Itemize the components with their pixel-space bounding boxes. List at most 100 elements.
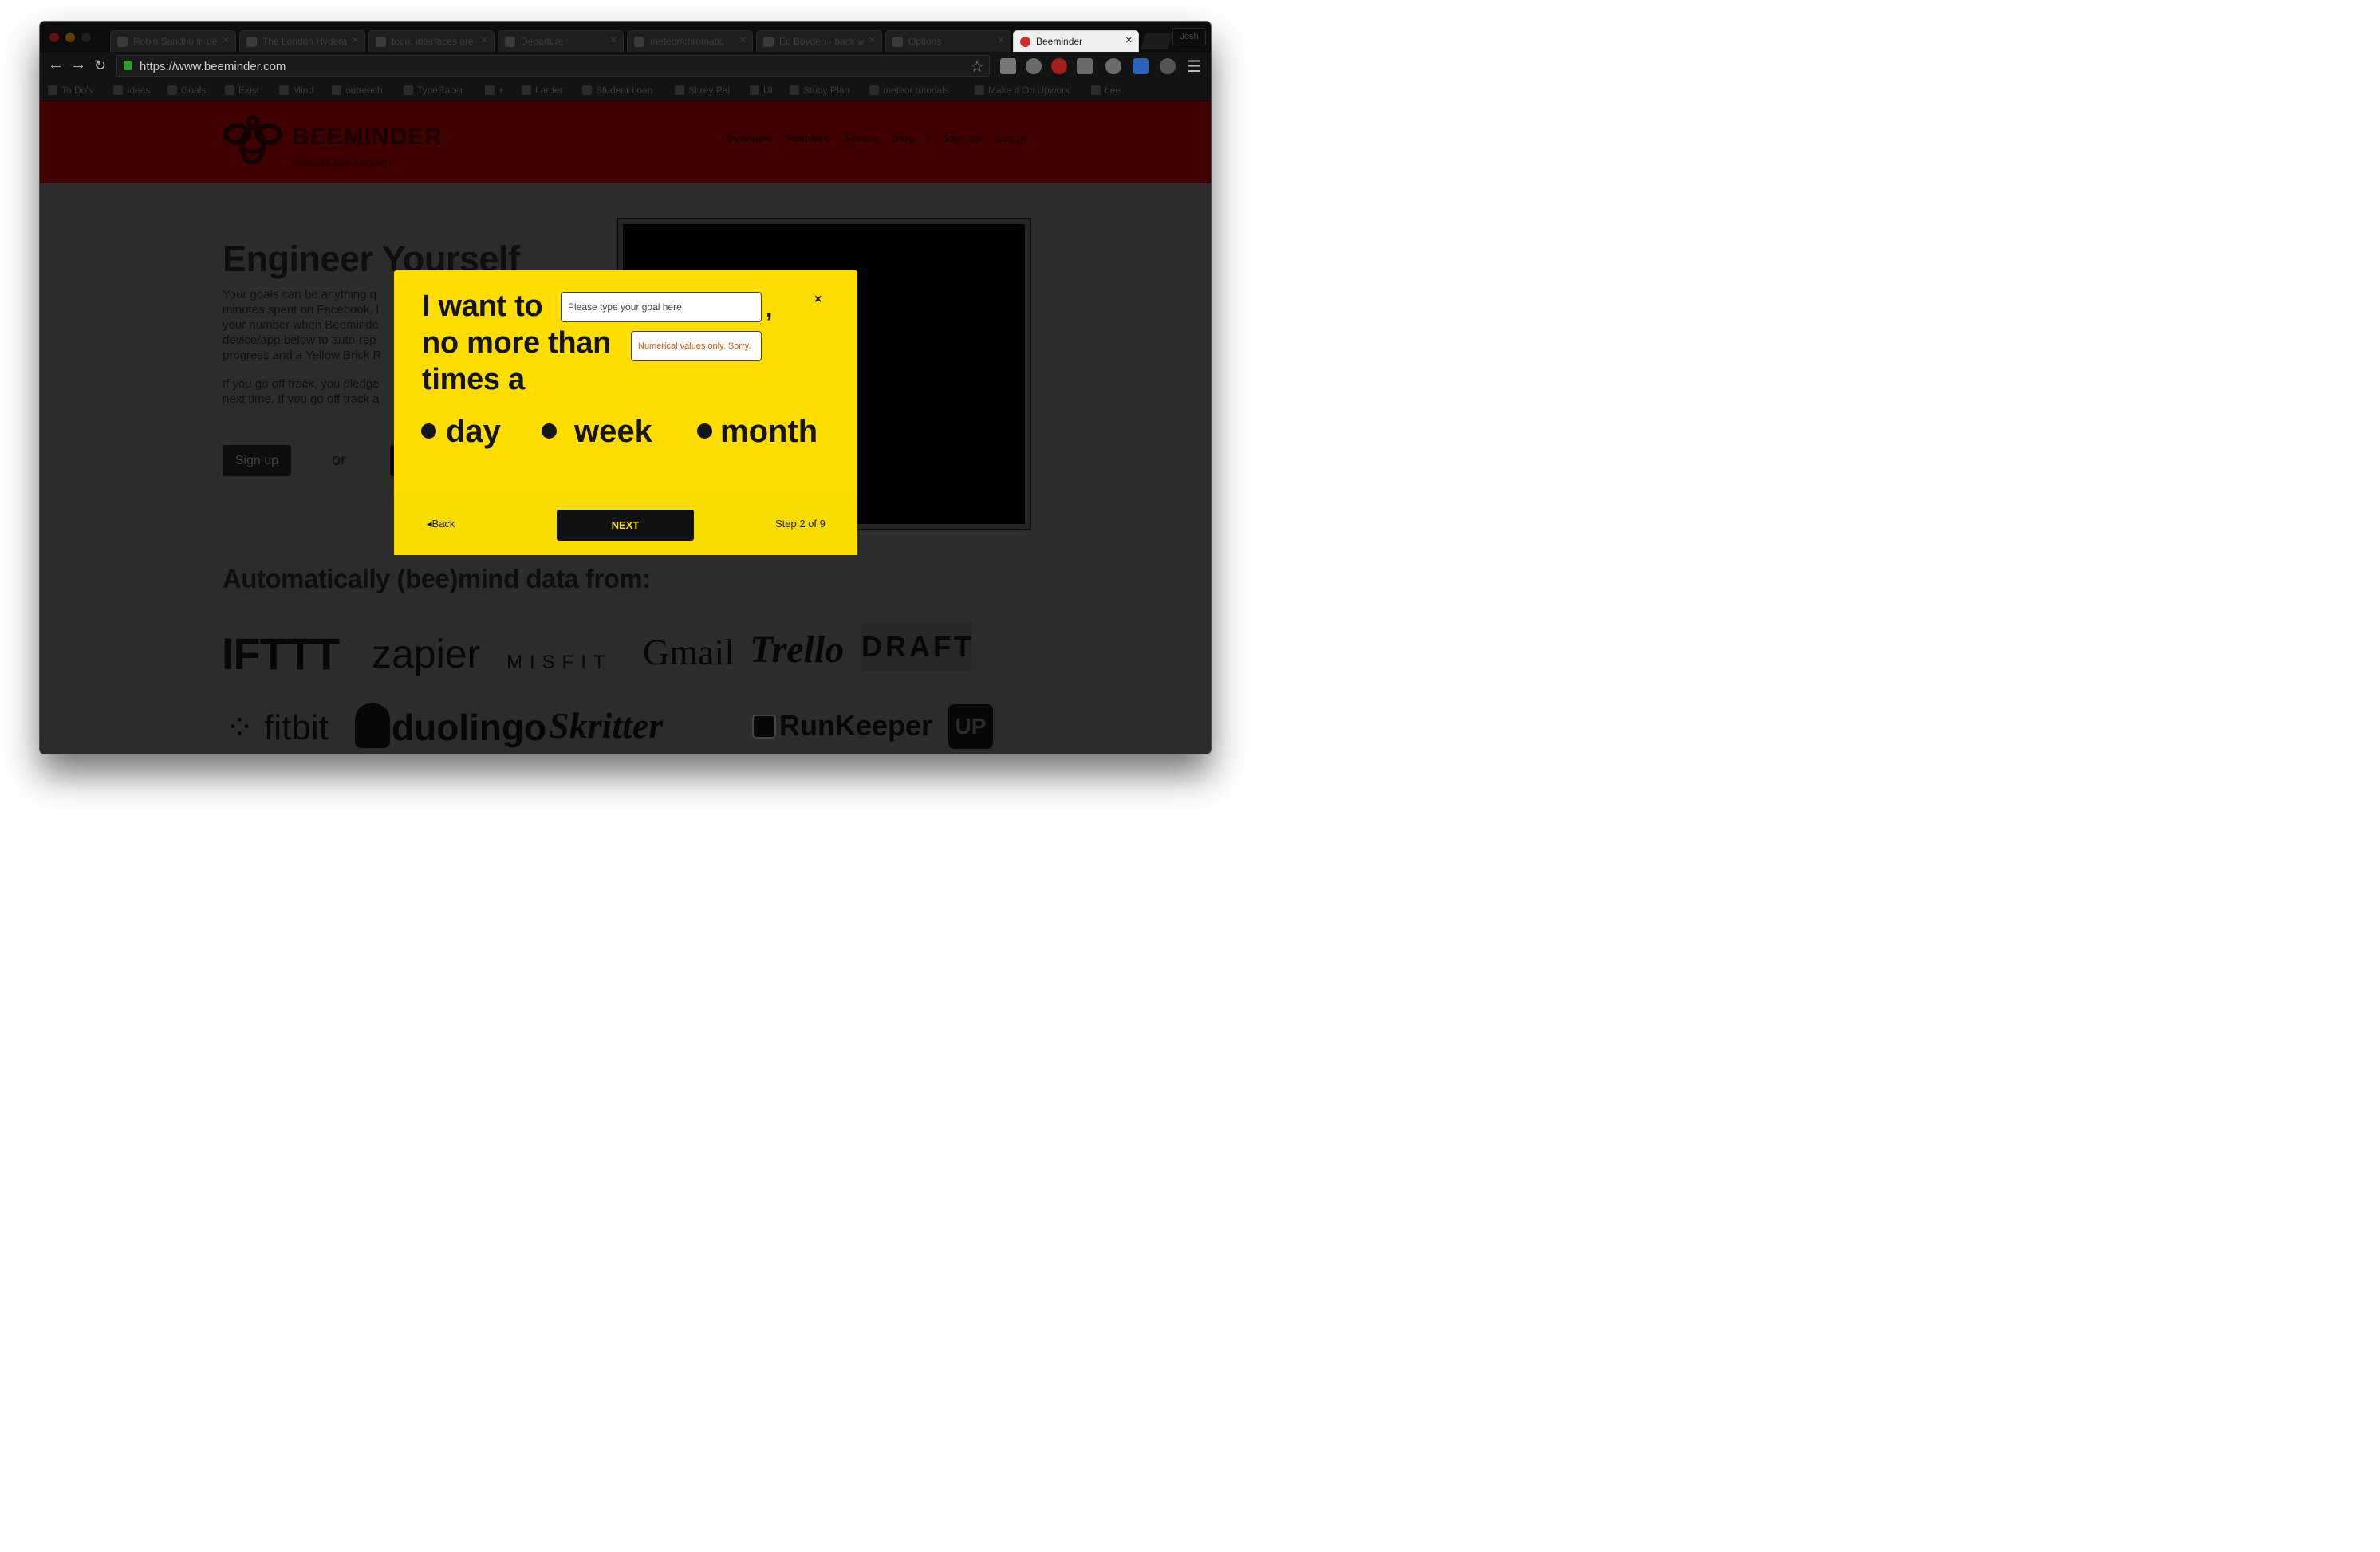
trello-logo[interactable]: Trello (750, 628, 844, 672)
nav-overview[interactable]: Overview (726, 132, 772, 144)
tab-close-icon[interactable]: ✕ (1125, 35, 1133, 45)
tab-close-icon[interactable]: ✕ (998, 35, 1005, 45)
nav-log-in[interactable]: Log in (995, 132, 1026, 144)
runkeeper-logo[interactable]: RunKeeper (752, 709, 932, 743)
reload-icon[interactable]: ↻ (94, 57, 106, 74)
back-arrow-icon[interactable]: ← (48, 56, 64, 74)
bookmark-item[interactable]: To Do's (48, 85, 93, 96)
ifttt-logo[interactable]: IFTTT (222, 628, 340, 679)
zoom-window-button[interactable] (81, 33, 91, 42)
site-brand[interactable]: BEEMINDER (292, 124, 443, 151)
folder-icon (1091, 85, 1101, 95)
bookmark-item[interactable]: Larder (522, 85, 563, 96)
radio-dot-icon[interactable] (697, 423, 712, 439)
period-option-month[interactable]: month (697, 414, 818, 450)
tab-beeminder[interactable]: Beeminder ✕ (1013, 30, 1139, 52)
tab-5[interactable]: meteor/chromatic ✕ (627, 30, 753, 52)
bookmark-star-icon[interactable]: ☆ (970, 57, 984, 77)
bookmark-item[interactable]: Study Plan (790, 85, 849, 96)
tab-6[interactable]: Ed Boyden - back w ✕ (756, 30, 882, 52)
step-indicator: Step 2 of 9 (775, 518, 826, 530)
signup-button[interactable]: Sign up (223, 445, 291, 476)
bookmark-folder[interactable]: outreach (332, 85, 383, 96)
bookmark-icon (167, 85, 177, 95)
fitbit-logo[interactable]: ⁘ fitbit (225, 707, 329, 748)
zapier-logo[interactable]: zapier (372, 631, 480, 677)
bookmark-item[interactable]: Ideas (113, 85, 150, 96)
forward-arrow-icon[interactable]: → (70, 56, 86, 74)
tab-2[interactable]: The London Hydera ✕ (239, 30, 365, 52)
tab-7[interactable]: Options ✕ (885, 30, 1011, 52)
goal-input[interactable] (561, 292, 762, 322)
goal-prompt-line-3: times a (422, 363, 525, 396)
tab-4[interactable]: Departure ✕ (498, 30, 624, 52)
window-controls (49, 33, 91, 42)
bookmark-item[interactable]: Mind (279, 85, 313, 96)
bookmark-icon (675, 85, 684, 95)
skritter-logo[interactable]: Skritter (549, 704, 663, 746)
menu-icon[interactable]: ☰ (1187, 57, 1201, 77)
draft-logo[interactable]: DRAFT (861, 623, 971, 671)
bookmark-icon (225, 85, 234, 95)
tab-close-icon[interactable]: ✕ (481, 35, 488, 45)
beeminder-favicon-icon (1020, 37, 1030, 47)
beeminder-logo-icon[interactable] (222, 111, 284, 173)
bookmark-item[interactable]: UI (750, 85, 773, 96)
nav-sign-up[interactable]: Sign up (944, 132, 982, 144)
next-button[interactable]: NEXT (557, 510, 694, 541)
tab-close-icon[interactable]: ✕ (223, 35, 230, 45)
nav-featured[interactable]: Featured (786, 132, 830, 144)
address-bar[interactable]: https://www.beeminder.com ☆ (116, 55, 990, 77)
bookmark-item[interactable]: Student Loan (582, 85, 652, 96)
back-button[interactable]: ◂Back (427, 518, 455, 530)
mail-extension-icon[interactable] (1000, 58, 1016, 74)
close-icon[interactable]: × (814, 293, 822, 307)
extension-icon[interactable] (1026, 58, 1042, 74)
jawbone-up-logo[interactable]: UP (948, 704, 993, 749)
close-window-button[interactable] (49, 33, 59, 42)
minimize-window-button[interactable] (65, 33, 75, 42)
gmail-logo[interactable]: Gmail (643, 631, 735, 673)
camera-extension-icon[interactable] (1133, 58, 1149, 74)
new-tab-button[interactable] (1141, 33, 1172, 49)
misfit-logo[interactable]: MISFIT (506, 652, 613, 674)
extension-icon[interactable] (1051, 58, 1067, 74)
bookmark-icon (48, 85, 57, 95)
number-input[interactable] (631, 331, 762, 361)
ux-extension-icon[interactable] (1077, 58, 1093, 74)
bookmark-item[interactable]: TypeRacer (404, 85, 463, 96)
bookmark-item[interactable]: Shrey Pal (675, 85, 730, 96)
comma-text: , (766, 296, 773, 322)
bookmark-folder[interactable]: bee (1091, 85, 1121, 96)
or-text: or (332, 451, 346, 469)
site-header: BEEMINDER Enforced goal tracking Overvie… (40, 101, 1211, 183)
extension-icon[interactable] (1160, 58, 1176, 74)
tab-close-icon[interactable]: ✕ (610, 35, 617, 45)
integrations-heading: Automatically (bee)mind data from: (223, 564, 651, 593)
radio-dot-icon[interactable] (542, 423, 557, 439)
nav-blog[interactable]: Blog (892, 132, 915, 144)
nav-divider: | (927, 132, 930, 144)
tab-3[interactable]: todo: interfaces are ✕ (368, 30, 495, 52)
tab-close-icon[interactable]: ✕ (869, 35, 876, 45)
bookmark-icon (790, 85, 799, 95)
profile-button[interactable]: Josh (1172, 28, 1206, 45)
bookmark-icon (975, 85, 984, 95)
duolingo-logo[interactable]: duolingo (355, 703, 546, 749)
bookmark-item[interactable]: Goals (167, 85, 206, 96)
bookmark-folder[interactable]: meteor tutorials (869, 85, 949, 96)
radio-dot-icon[interactable] (421, 423, 436, 439)
period-option-day[interactable]: day (421, 414, 501, 450)
tab-close-icon[interactable]: ✕ (352, 35, 359, 45)
bookmark-item[interactable]: + (485, 85, 504, 96)
tab-close-icon[interactable]: ✕ (739, 35, 747, 45)
nav-forum[interactable]: Forum (845, 132, 877, 144)
goal-prompt-line-1: I want to (422, 290, 543, 323)
bookmark-item[interactable]: Make it On Upwork (975, 85, 1070, 96)
period-option-week[interactable]: week (542, 414, 652, 450)
folder-icon (332, 85, 341, 95)
extension-icon[interactable] (1105, 58, 1121, 74)
folder-icon (869, 85, 879, 95)
tab-1[interactable]: Robin Sandhu in de ✕ (110, 30, 236, 52)
bookmark-item[interactable]: Exist (225, 85, 259, 96)
